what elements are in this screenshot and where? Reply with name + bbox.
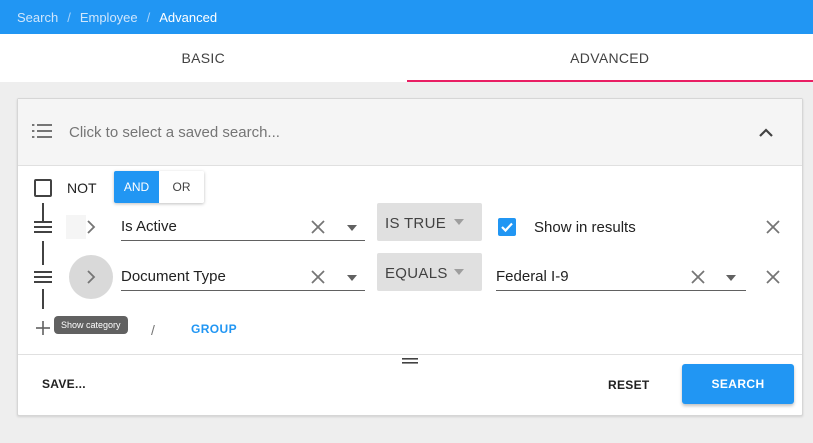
search-mode-tabs: BASIC ADVANCED: [0, 34, 813, 82]
add-rule-icon[interactable]: [35, 320, 51, 336]
operator-select[interactable]: EQUALS: [377, 253, 482, 291]
tree-connector: [42, 203, 44, 221]
footer-divider: [18, 354, 802, 355]
chevron-right-icon: [87, 270, 96, 284]
tab-basic[interactable]: BASIC: [0, 34, 407, 82]
field-select[interactable]: Document Type: [121, 261, 365, 291]
not-checkbox[interactable]: [34, 179, 52, 197]
save-search-button[interactable]: SAVE...: [42, 377, 86, 391]
dropdown-caret-icon[interactable]: [347, 275, 357, 281]
logic-toggle: AND OR: [114, 171, 204, 203]
add-separator: /: [151, 322, 155, 338]
breadcrumb-separator: /: [67, 9, 71, 25]
tree-connector: [42, 241, 44, 265]
breadcrumb-item-employee[interactable]: Employee: [80, 10, 138, 25]
list-icon: [32, 124, 52, 138]
saved-search-placeholder[interactable]: Click to select a saved search...: [69, 124, 280, 141]
clear-icon[interactable]: [310, 219, 326, 235]
query-builder: NOT AND OR Is Active IS TRUE Show in res…: [18, 167, 802, 355]
show-in-results-checkbox[interactable]: [498, 218, 516, 236]
search-button[interactable]: SEARCH: [682, 364, 794, 404]
value-select[interactable]: Federal I-9: [496, 261, 746, 291]
chevron-up-icon[interactable]: [756, 123, 776, 143]
field-select-value: Is Active: [121, 218, 177, 235]
checkmark-icon: [501, 222, 513, 233]
operator-select-value: IS TRUE: [385, 215, 447, 232]
operator-select[interactable]: IS TRUE: [377, 203, 482, 241]
clear-icon[interactable]: [690, 269, 706, 285]
dropdown-caret-icon: [454, 269, 464, 275]
tree-connector: [42, 289, 44, 309]
chevron-right-icon: [87, 220, 96, 234]
clear-icon[interactable]: [310, 269, 326, 285]
and-toggle-button[interactable]: AND: [114, 171, 159, 203]
breadcrumb: Search / Employee / Advanced: [0, 0, 813, 34]
not-label: NOT: [67, 180, 97, 196]
expand-category-button[interactable]: [69, 255, 113, 299]
advanced-search-card: Click to select a saved search... NOT AN…: [17, 98, 803, 416]
drag-handle-icon[interactable]: [34, 221, 52, 233]
field-select-value: Document Type: [121, 268, 226, 285]
value-select-value: Federal I-9: [496, 268, 569, 285]
tab-advanced[interactable]: ADVANCED: [406, 34, 813, 82]
breadcrumb-item-advanced: Advanced: [159, 9, 218, 25]
operator-select-value: EQUALS: [385, 265, 448, 282]
expand-category-button[interactable]: [69, 205, 113, 249]
remove-row-icon[interactable]: [765, 269, 781, 285]
reset-button[interactable]: RESET: [608, 378, 650, 392]
dropdown-caret-icon: [454, 219, 464, 225]
add-group-button[interactable]: GROUP: [191, 322, 237, 336]
breadcrumb-item-search[interactable]: Search: [17, 10, 58, 25]
drag-handle-icon[interactable]: [34, 271, 52, 283]
resize-handle-icon[interactable]: [402, 357, 418, 365]
remove-row-icon[interactable]: [765, 219, 781, 235]
dropdown-caret-icon[interactable]: [726, 275, 736, 281]
breadcrumb-separator: /: [146, 9, 151, 25]
show-category-tooltip: Show category: [54, 316, 128, 334]
field-select[interactable]: Is Active: [121, 211, 365, 241]
or-toggle-button[interactable]: OR: [159, 171, 204, 203]
dropdown-caret-icon[interactable]: [347, 225, 357, 231]
saved-search-selector[interactable]: Click to select a saved search...: [18, 99, 802, 166]
show-in-results-label: Show in results: [534, 219, 636, 236]
